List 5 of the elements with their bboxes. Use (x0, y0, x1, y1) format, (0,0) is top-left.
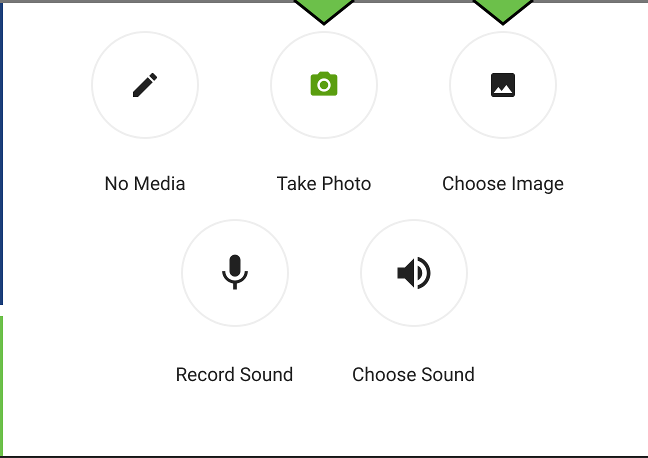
option-label: No Media (104, 173, 186, 195)
option-label: Choose Sound (352, 364, 475, 386)
option-label: Take Photo (276, 173, 372, 195)
option-label: Record Sound (175, 364, 294, 386)
option-label: Choose Image (442, 173, 564, 195)
